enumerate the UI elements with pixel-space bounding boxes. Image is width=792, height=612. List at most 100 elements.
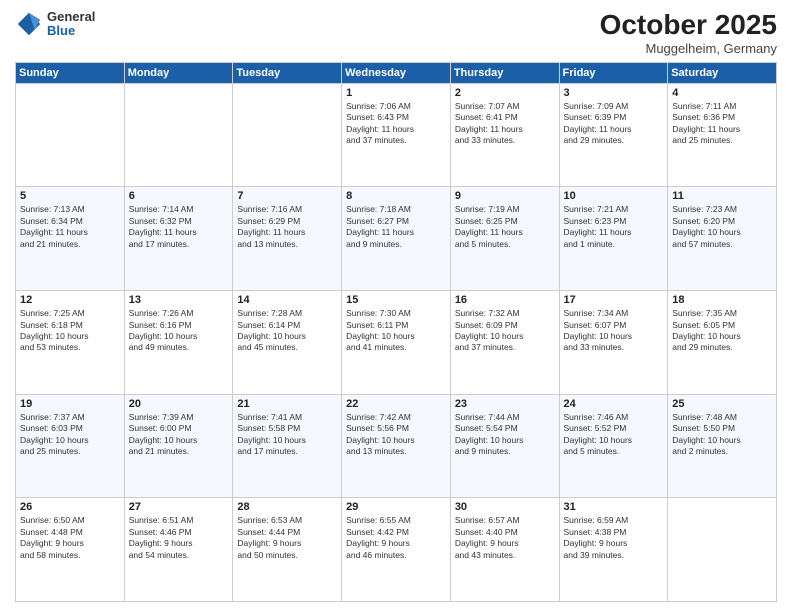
calendar-cell: 4 Sunrise: 7:11 AM Sunset: 6:36 PM Daylig… <box>668 83 777 187</box>
day-info: Sunrise: 7:30 AM Sunset: 6:11 PM Dayligh… <box>346 308 446 354</box>
day-info: Sunrise: 7:28 AM Sunset: 6:14 PM Dayligh… <box>237 308 337 354</box>
calendar-cell: 26 Sunrise: 6:50 AM Sunset: 4:48 PM Dayli… <box>16 498 125 602</box>
day-info: Sunrise: 7:34 AM Sunset: 6:07 PM Dayligh… <box>564 308 664 354</box>
calendar-cell: 29Sunrise: 6:55 AM Sunset: 4:42 PM Dayli… <box>342 498 451 602</box>
day-info: Sunrise: 6:50 AM Sunset: 4:48 PM Dayligh… <box>20 515 120 561</box>
day-info: Sunrise: 7:18 AM Sunset: 6:27 PM Dayligh… <box>346 204 446 250</box>
day-number: 24 <box>564 398 664 410</box>
day-info: Sunrise: 7:21 AM Sunset: 6:23 PM Dayligh… <box>564 204 664 250</box>
logo: General Blue <box>15 10 95 39</box>
calendar-cell: 9 Sunrise: 7:19 AM Sunset: 6:25 PM Daylig… <box>450 187 559 291</box>
day-info: Sunrise: 7:32 AM Sunset: 6:09 PM Dayligh… <box>455 308 555 354</box>
weekday-header: Saturday <box>668 62 777 83</box>
calendar-week-row: 5Sunrise: 7:13 AM Sunset: 6:34 PM Daylig… <box>16 187 777 291</box>
day-info: Sunrise: 7:09 AM Sunset: 6:39 PM Dayligh… <box>564 101 664 147</box>
day-number: 1 <box>346 87 446 99</box>
day-number: 26 <box>20 501 120 513</box>
day-number: 13 <box>129 294 229 306</box>
day-number: 3 <box>564 87 664 99</box>
day-number: 19 <box>20 398 120 410</box>
day-number: 6 <box>129 190 229 202</box>
day-number: 2 <box>455 87 555 99</box>
day-info: Sunrise: 7:41 AM Sunset: 5:58 PM Dayligh… <box>237 412 337 458</box>
day-info: Sunrise: 6:59 AM Sunset: 4:38 PM Dayligh… <box>564 515 664 561</box>
logo-icon <box>15 10 43 38</box>
calendar-cell: 7Sunrise: 7:16 AM Sunset: 6:29 PM Daylig… <box>233 187 342 291</box>
day-info: Sunrise: 7:37 AM Sunset: 6:03 PM Dayligh… <box>20 412 120 458</box>
weekday-header: Tuesday <box>233 62 342 83</box>
calendar-cell: 19 Sunrise: 7:37 AM Sunset: 6:03 PM Dayli… <box>16 394 125 498</box>
day-number: 25 <box>672 398 772 410</box>
day-info: Sunrise: 7:07 AM Sunset: 6:41 PM Dayligh… <box>455 101 555 147</box>
calendar-cell: 14 Sunrise: 7:28 AM Sunset: 6:14 PM Dayli… <box>233 291 342 395</box>
calendar-cell: 27 Sunrise: 6:51 AM Sunset: 4:46 PM Dayli… <box>124 498 233 602</box>
weekday-header-row: SundayMondayTuesdayWednesdayThursdayFrid… <box>16 62 777 83</box>
calendar-table: SundayMondayTuesdayWednesdayThursdayFrid… <box>15 62 777 602</box>
day-info: Sunrise: 7:14 AM Sunset: 6:32 PM Dayligh… <box>129 204 229 250</box>
calendar-cell: 2 Sunrise: 7:07 AM Sunset: 6:41 PM Daylig… <box>450 83 559 187</box>
weekday-header: Friday <box>559 62 668 83</box>
calendar-cell: 12Sunrise: 7:25 AM Sunset: 6:18 PM Dayli… <box>16 291 125 395</box>
day-info: Sunrise: 7:11 AM Sunset: 6:36 PM Dayligh… <box>672 101 772 147</box>
location: Muggelheim, Germany <box>600 41 777 56</box>
calendar-cell <box>124 83 233 187</box>
logo-text: General Blue <box>47 10 95 39</box>
day-info: Sunrise: 7:26 AM Sunset: 6:16 PM Dayligh… <box>129 308 229 354</box>
day-number: 4 <box>672 87 772 99</box>
calendar-cell: 3 Sunrise: 7:09 AM Sunset: 6:39 PM Daylig… <box>559 83 668 187</box>
day-info: Sunrise: 7:13 AM Sunset: 6:34 PM Dayligh… <box>20 204 120 250</box>
day-number: 21 <box>237 398 337 410</box>
day-info: Sunrise: 7:42 AM Sunset: 5:56 PM Dayligh… <box>346 412 446 458</box>
calendar-cell: 18Sunrise: 7:35 AM Sunset: 6:05 PM Dayli… <box>668 291 777 395</box>
day-info: Sunrise: 7:16 AM Sunset: 6:29 PM Dayligh… <box>237 204 337 250</box>
logo-blue: Blue <box>47 24 95 38</box>
day-info: Sunrise: 7:25 AM Sunset: 6:18 PM Dayligh… <box>20 308 120 354</box>
calendar-cell: 23Sunrise: 7:44 AM Sunset: 5:54 PM Dayli… <box>450 394 559 498</box>
calendar-cell <box>668 498 777 602</box>
day-number: 22 <box>346 398 446 410</box>
weekday-header: Monday <box>124 62 233 83</box>
calendar-cell: 6 Sunrise: 7:14 AM Sunset: 6:32 PM Daylig… <box>124 187 233 291</box>
day-info: Sunrise: 6:53 AM Sunset: 4:44 PM Dayligh… <box>237 515 337 561</box>
day-info: Sunrise: 7:23 AM Sunset: 6:20 PM Dayligh… <box>672 204 772 250</box>
calendar-cell: 11 Sunrise: 7:23 AM Sunset: 6:20 PM Dayli… <box>668 187 777 291</box>
weekday-header: Wednesday <box>342 62 451 83</box>
day-info: Sunrise: 7:35 AM Sunset: 6:05 PM Dayligh… <box>672 308 772 354</box>
day-info: Sunrise: 6:55 AM Sunset: 4:42 PM Dayligh… <box>346 515 446 561</box>
calendar-cell: 15 Sunrise: 7:30 AM Sunset: 6:11 PM Dayli… <box>342 291 451 395</box>
day-info: Sunrise: 7:06 AM Sunset: 6:43 PM Dayligh… <box>346 101 446 147</box>
calendar-cell: 21 Sunrise: 7:41 AM Sunset: 5:58 PM Dayli… <box>233 394 342 498</box>
day-number: 15 <box>346 294 446 306</box>
logo-general: General <box>47 10 95 24</box>
calendar-cell: 17 Sunrise: 7:34 AM Sunset: 6:07 PM Dayli… <box>559 291 668 395</box>
day-number: 14 <box>237 294 337 306</box>
day-number: 27 <box>129 501 229 513</box>
day-number: 17 <box>564 294 664 306</box>
calendar-cell: 24Sunrise: 7:46 AM Sunset: 5:52 PM Dayli… <box>559 394 668 498</box>
calendar-cell: 25 Sunrise: 7:48 AM Sunset: 5:50 PM Dayli… <box>668 394 777 498</box>
calendar-cell: 1 Sunrise: 7:06 AM Sunset: 6:43 PM Daylig… <box>342 83 451 187</box>
day-info: Sunrise: 7:19 AM Sunset: 6:25 PM Dayligh… <box>455 204 555 250</box>
day-number: 31 <box>564 501 664 513</box>
day-info: Sunrise: 6:51 AM Sunset: 4:46 PM Dayligh… <box>129 515 229 561</box>
title-block: October 2025 Muggelheim, Germany <box>600 10 777 56</box>
day-number: 11 <box>672 190 772 202</box>
day-info: Sunrise: 7:39 AM Sunset: 6:00 PM Dayligh… <box>129 412 229 458</box>
calendar-cell: 10Sunrise: 7:21 AM Sunset: 6:23 PM Dayli… <box>559 187 668 291</box>
calendar-cell: 20Sunrise: 7:39 AM Sunset: 6:00 PM Dayli… <box>124 394 233 498</box>
day-number: 28 <box>237 501 337 513</box>
calendar-week-row: 12Sunrise: 7:25 AM Sunset: 6:18 PM Dayli… <box>16 291 777 395</box>
month-title: October 2025 <box>600 10 777 41</box>
calendar-cell: 31 Sunrise: 6:59 AM Sunset: 4:38 PM Dayli… <box>559 498 668 602</box>
day-number: 30 <box>455 501 555 513</box>
calendar-cell <box>233 83 342 187</box>
weekday-header: Thursday <box>450 62 559 83</box>
weekday-header: Sunday <box>16 62 125 83</box>
calendar-cell: 28 Sunrise: 6:53 AM Sunset: 4:44 PM Dayli… <box>233 498 342 602</box>
page: General Blue October 2025 Muggelheim, Ge… <box>0 0 792 612</box>
day-number: 8 <box>346 190 446 202</box>
day-info: Sunrise: 7:48 AM Sunset: 5:50 PM Dayligh… <box>672 412 772 458</box>
day-info: Sunrise: 7:44 AM Sunset: 5:54 PM Dayligh… <box>455 412 555 458</box>
day-number: 9 <box>455 190 555 202</box>
calendar-cell: 13 Sunrise: 7:26 AM Sunset: 6:16 PM Dayli… <box>124 291 233 395</box>
